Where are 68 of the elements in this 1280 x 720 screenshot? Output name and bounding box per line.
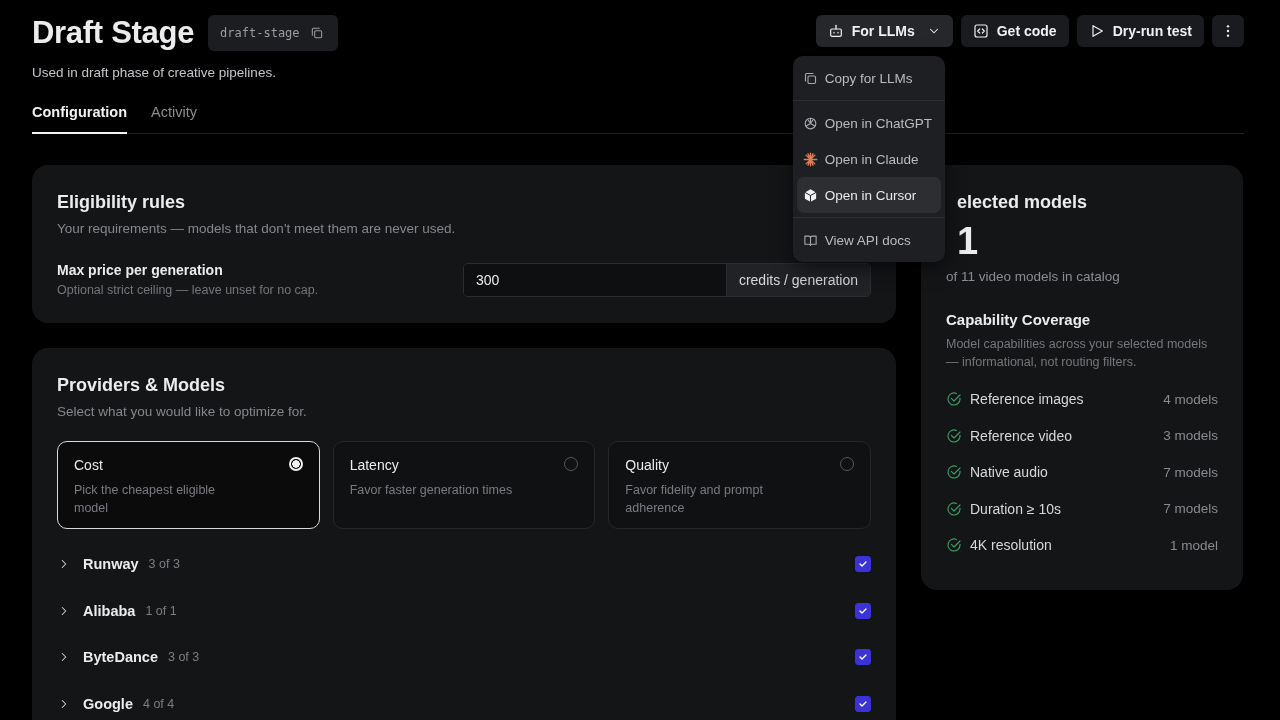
checkbox[interactable] [855, 556, 871, 573]
provider-name: Alibaba [83, 602, 136, 619]
capability-label: Duration ≥ 10s [970, 500, 1062, 517]
check-circle-icon [946, 537, 962, 554]
option-title: Quality [625, 457, 670, 473]
provider-name: ByteDance [83, 649, 158, 666]
checkbox[interactable] [855, 695, 871, 712]
option-title: Latency [349, 457, 400, 473]
provider-count: 4 of 4 [142, 696, 176, 711]
card-title: Eligibility rules [57, 191, 186, 213]
provider-name: Runway [83, 556, 139, 573]
check-circle-icon [946, 500, 962, 517]
option-description: Favor fidelity and prompt adherence [625, 482, 764, 517]
menu-item[interactable]: View API docs [796, 222, 941, 258]
copy-icon [309, 26, 324, 40]
capability-count: 7 models [1163, 464, 1218, 480]
menu-item[interactable]: Open in Cursor [796, 177, 941, 213]
capability-label: Reference video [970, 427, 1073, 444]
card-title: elected models [956, 191, 1088, 213]
provider-count: 3 of 3 [167, 650, 201, 665]
checkbox[interactable] [855, 649, 871, 666]
capability-count: 4 models [1163, 391, 1218, 407]
tab[interactable]: Activity [151, 104, 197, 134]
option-description: Favor faster generation times [349, 482, 513, 499]
book-icon [802, 232, 818, 248]
option-card[interactable]: Latency Favor faster generation times [332, 441, 596, 529]
menu-item[interactable]: Copy for LLMs [796, 60, 941, 96]
dry-run-button[interactable]: Dry-run test [1076, 15, 1204, 47]
card-title: Providers & Models [57, 374, 226, 396]
slug-text: draft-stage [220, 26, 300, 40]
page-description: Used in draft phase of creative pipelines. [32, 65, 277, 80]
menu-item[interactable]: Open in Claude [796, 141, 941, 177]
asterisk-icon [802, 151, 818, 167]
page-title: Draft Stage [32, 15, 195, 51]
copy-icon [802, 70, 818, 86]
field-hint: Optional strict ceiling — leave unset for no cap. [57, 283, 319, 297]
robot-icon [827, 23, 844, 39]
section-subtitle: Model capabilities across your selected models — informational, not routing filters. [946, 336, 1209, 371]
cube-icon [802, 187, 818, 203]
capability-count: 1 model [1169, 537, 1218, 553]
tab[interactable]: Configuration [32, 104, 128, 134]
option-description: Pick the cheapest eligible model [74, 482, 217, 517]
provider-name: Google [83, 695, 133, 712]
option-card[interactable]: Quality Favor fidelity and prompt adherence [608, 441, 871, 529]
capability-label: Reference images [970, 391, 1085, 408]
model-count: 1 [956, 221, 980, 261]
option-card[interactable]: Cost Pick the cheapest eligible model [57, 441, 320, 529]
capability-count: 3 models [1163, 428, 1218, 444]
knot-icon [802, 115, 818, 131]
copy-button[interactable] [309, 26, 324, 40]
menu-item[interactable]: Open in ChatGPT [796, 105, 941, 141]
section-title: Capability Coverage [946, 311, 1092, 328]
field-label: Max price per generation [57, 262, 224, 278]
check-circle-icon [946, 427, 962, 444]
provider-count: 3 of 3 [148, 557, 181, 572]
checkbox[interactable] [855, 602, 871, 619]
code-icon [972, 23, 989, 39]
count-caption: of 11 video models in catalog [946, 269, 1121, 284]
capability-label: 4K resolution [970, 537, 1053, 554]
option-title: Cost [74, 457, 104, 473]
get-code-button[interactable]: Get code [960, 15, 1069, 47]
card-subtitle: Select what you would like to optimize for. [57, 404, 308, 419]
capability-label: Native audio [970, 464, 1049, 481]
card-subtitle: Your requirements — models that don't meet them are never used. [57, 221, 457, 236]
check-circle-icon [946, 464, 962, 481]
provider-count: 1 of 1 [145, 603, 178, 618]
capability-count: 7 models [1163, 501, 1218, 517]
check-circle-icon [946, 391, 962, 408]
